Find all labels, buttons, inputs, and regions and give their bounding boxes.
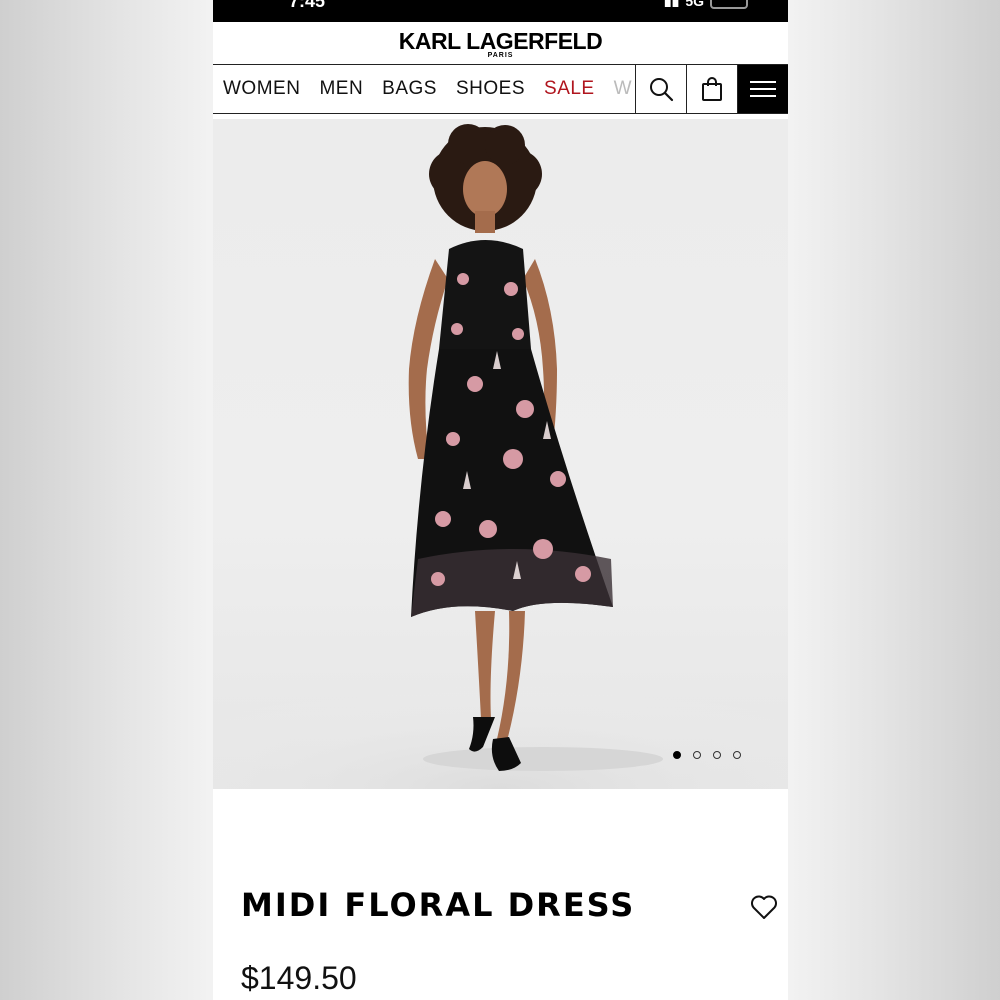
carousel-dot[interactable] [713, 751, 721, 759]
nav-item-sale[interactable]: SALE [544, 78, 595, 100]
menu-button[interactable] [737, 65, 788, 113]
product-title: MIDI FLORAL DRESS [241, 886, 636, 924]
nav-item-men[interactable]: MEN [319, 78, 363, 100]
image-carousel-indicators [673, 751, 741, 759]
status-bar: 7:45 ▮▮ 5G [213, 0, 788, 22]
search-icon [649, 78, 673, 102]
product-image[interactable] [213, 119, 788, 789]
phone-screen: 7:45 ▮▮ 5G KARL LAGERFELD PARIS WOMEN ME… [213, 0, 788, 1000]
carousel-dot-active[interactable] [673, 751, 681, 759]
carousel-dot[interactable] [693, 751, 701, 759]
wishlist-button[interactable] [748, 892, 780, 922]
hamburger-menu-icon [750, 81, 776, 97]
main-navigation: WOMEN MEN BAGS SHOES SALE W [213, 64, 788, 114]
product-price: $149.50 [241, 960, 357, 996]
signal-icon: ▮▮ [663, 0, 680, 8]
heart-icon [751, 895, 777, 919]
battery-icon [710, 0, 748, 9]
search-button[interactable] [635, 65, 685, 113]
nav-item-bags[interactable]: BAGS [382, 78, 437, 100]
brand-logo-subtitle: PARIS [487, 52, 514, 59]
nav-item-women[interactable]: WOMEN [223, 78, 300, 100]
product-photo-illustration [213, 124, 788, 789]
nav-item-truncated[interactable]: W [614, 78, 632, 100]
shopping-bag-icon [701, 77, 722, 101]
nav-links: WOMEN MEN BAGS SHOES SALE W [223, 65, 635, 113]
network-label: 5G [685, 0, 704, 9]
brand-logo[interactable]: KARL LAGERFELD [213, 28, 788, 55]
status-indicators: ▮▮ 5G [664, 0, 748, 9]
shopping-bag-button[interactable] [686, 65, 736, 113]
carousel-dot[interactable] [733, 751, 741, 759]
status-time: 7:45 [289, 0, 326, 11]
brand-header[interactable]: KARL LAGERFELD PARIS [213, 22, 788, 64]
nav-item-shoes[interactable]: SHOES [456, 78, 525, 100]
